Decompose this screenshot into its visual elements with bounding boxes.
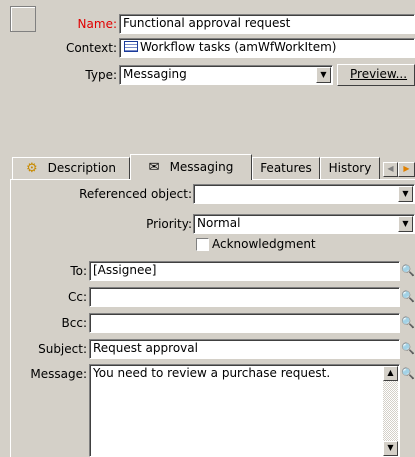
preview-label: Preview... bbox=[350, 67, 408, 81]
context-value: Workflow tasks (amWfWorkItem) bbox=[140, 40, 337, 54]
tab-description-label: Description bbox=[47, 161, 116, 175]
tab-description[interactable]: ⚙ Description bbox=[12, 157, 130, 179]
message-value: You need to review a purchase request. bbox=[93, 366, 331, 380]
gears-icon: ⚙ bbox=[26, 161, 38, 176]
referenced-object-label: Referenced object: bbox=[79, 187, 192, 201]
envelope-icon: ✉ bbox=[148, 160, 160, 175]
subject-label: Subject: bbox=[38, 342, 87, 356]
to-label: To: bbox=[70, 264, 87, 278]
chevron-down-icon[interactable]: ▼ bbox=[316, 67, 331, 83]
tab-messaging-label: Messaging bbox=[169, 160, 234, 174]
type-select[interactable]: Messaging ▼ bbox=[119, 65, 333, 85]
tab-history[interactable]: History bbox=[320, 157, 380, 179]
acknowledgment-checkbox[interactable] bbox=[196, 238, 209, 251]
bcc-label: Bcc: bbox=[61, 316, 87, 330]
context-label: Context: bbox=[65, 41, 117, 55]
name-field[interactable]: Functional approval request bbox=[119, 14, 415, 34]
cc-search-icon[interactable]: 🔍 bbox=[400, 289, 415, 305]
scroll-up-icon[interactable]: ▲ bbox=[383, 366, 398, 381]
message-search-icon[interactable]: 🔍 bbox=[400, 366, 415, 382]
tab-scroll-right-button[interactable]: ▶ bbox=[398, 162, 415, 177]
type-label: Type: bbox=[85, 68, 117, 82]
scroll-down-icon[interactable]: ▼ bbox=[383, 441, 398, 456]
bcc-field[interactable] bbox=[89, 313, 400, 333]
priority-value: Normal bbox=[197, 216, 241, 230]
tab-scroll-left-button[interactable]: ◀ bbox=[383, 162, 398, 177]
name-label: Name: bbox=[77, 17, 117, 31]
tab-features-label: Features bbox=[260, 161, 312, 175]
chevron-down-icon[interactable]: ▼ bbox=[398, 186, 413, 202]
priority-select[interactable]: Normal ▼ bbox=[193, 214, 415, 234]
message-textarea[interactable]: You need to review a purchase request. ▲… bbox=[89, 364, 400, 457]
referenced-object-select[interactable]: ▼ bbox=[193, 184, 415, 204]
preview-button[interactable]: Preview... bbox=[337, 64, 415, 86]
cc-label: Cc: bbox=[67, 290, 87, 304]
context-field[interactable]: Workflow tasks (amWfWorkItem) bbox=[119, 38, 415, 58]
to-search-icon[interactable]: 🔍 bbox=[400, 263, 415, 279]
tab-features[interactable]: Features bbox=[252, 157, 320, 179]
chevron-down-icon[interactable]: ▼ bbox=[398, 216, 413, 232]
type-value: Messaging bbox=[123, 67, 187, 81]
subject-field[interactable]: Request approval bbox=[89, 339, 400, 359]
record-image-placeholder bbox=[10, 6, 36, 32]
message-scrollbar[interactable]: ▲ ▼ bbox=[383, 366, 398, 456]
cc-field[interactable] bbox=[89, 287, 400, 307]
bcc-search-icon[interactable]: 🔍 bbox=[400, 315, 415, 331]
tab-history-label: History bbox=[328, 161, 372, 175]
message-label: Message: bbox=[30, 367, 87, 381]
tab-messaging[interactable]: ✉ Messaging bbox=[130, 154, 252, 180]
acknowledgment-label: Acknowledgment bbox=[212, 237, 316, 251]
table-icon bbox=[124, 41, 138, 52]
to-field[interactable]: [Assignee] bbox=[89, 261, 400, 281]
subject-search-icon[interactable]: 🔍 bbox=[400, 341, 415, 357]
priority-label: Priority: bbox=[146, 217, 192, 231]
